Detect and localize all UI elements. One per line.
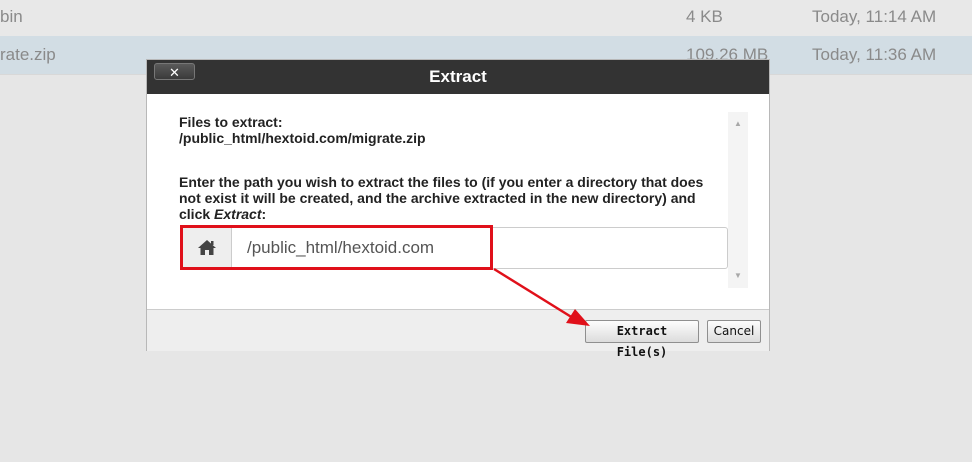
files-label: Files to extract: <box>179 114 283 130</box>
home-icon <box>183 228 232 268</box>
extract-instructions: Enter the path you wish to extract the f… <box>179 174 727 222</box>
dialog-title: Extract <box>429 67 487 86</box>
files-to-extract: Files to extract: /public_html/hextoid.c… <box>179 114 727 146</box>
file-name: bin <box>0 7 23 26</box>
prompt-end: : <box>261 206 267 222</box>
scrollbar[interactable]: ▲ ▼ <box>728 112 748 288</box>
table-row[interactable]: bin 4 KB Today, 11:14 AM <box>0 0 972 36</box>
dialog-titlebar[interactable]: ✕ Extract <box>147 60 769 94</box>
scroll-up-icon[interactable]: ▲ <box>728 116 748 132</box>
file-manager-page: bin 4 KB Today, 11:14 AM rate.zip 109.26… <box>0 0 972 462</box>
extract-files-button[interactable]: Extract File(s) <box>585 320 699 359</box>
file-name: rate.zip <box>0 45 56 64</box>
file-modified: Today, 11:14 AM <box>812 7 937 26</box>
prompt-emphasis: Extract <box>214 206 262 222</box>
extract-dialog: ✕ Extract Files to extract: /public_html… <box>146 59 770 359</box>
file-size: 4 KB <box>686 7 723 26</box>
extract-path-input[interactable] <box>231 228 727 268</box>
scroll-down-icon[interactable]: ▼ <box>728 268 748 284</box>
path-input-group <box>182 227 728 269</box>
file-modified: Today, 11:36 AM <box>812 45 937 64</box>
cancel-button[interactable]: Cancel <box>707 320 761 343</box>
file-path: /public_html/hextoid.com/migrate.zip <box>179 130 426 146</box>
dialog-footer: Extract File(s) Cancel <box>147 309 769 359</box>
